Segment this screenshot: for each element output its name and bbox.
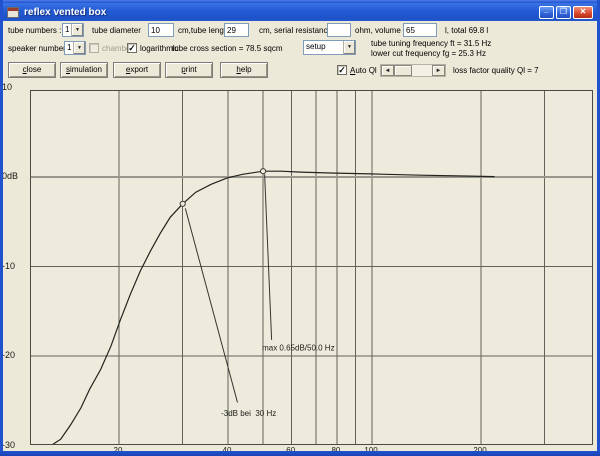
annotation-leader-line bbox=[185, 208, 237, 402]
annotation-leader-line bbox=[265, 174, 272, 340]
slider-thumb[interactable] bbox=[394, 65, 412, 76]
tube-length-label: cm,tube length bbox=[178, 26, 230, 35]
window-border-top bbox=[0, 0, 600, 3]
logarithmic-checkbox[interactable]: ✓ bbox=[127, 43, 137, 53]
serial-resistance-input[interactable] bbox=[327, 23, 351, 37]
setup-select[interactable]: setup ▼ bbox=[303, 40, 356, 55]
title-bar[interactable]: reflex vented box _ ❐ ✕ bbox=[3, 3, 597, 21]
data-point-marker bbox=[180, 201, 185, 206]
chambers-checkbox[interactable] bbox=[89, 43, 99, 53]
speaker-numbers-select[interactable]: 1 ▼ bbox=[64, 41, 86, 55]
cross-section-label: tube cross section = 78.5 sqcm bbox=[172, 44, 283, 53]
window-border-bottom bbox=[0, 451, 600, 456]
auto-ql-label: Auto Ql bbox=[350, 66, 377, 75]
export-button[interactable]: export bbox=[113, 62, 161, 78]
lower-cut-frequency-text: lower cut frequency fg = 25.3 Hz bbox=[371, 49, 486, 58]
plot-area-svg: max 0.65dB/50.0 Hz -3dB bei 30 Hz bbox=[31, 91, 592, 444]
auto-ql-checkbox[interactable]: ✓ bbox=[337, 65, 347, 75]
y-axis-labels: 100dB-10-20-30 bbox=[0, 0, 30, 456]
slider-left-arrow-icon[interactable]: ◄ bbox=[381, 65, 394, 76]
y-tick-label: 0dB bbox=[2, 171, 18, 181]
y-tick-label: -10 bbox=[2, 261, 15, 271]
tube-numbers-value: 1 bbox=[63, 24, 71, 36]
print-button[interactable]: print bbox=[165, 62, 213, 78]
app-window: reflex vented box _ ❐ ✕ tube numbers : 1… bbox=[0, 0, 600, 456]
volume-input[interactable] bbox=[403, 23, 437, 37]
data-point-marker bbox=[261, 169, 266, 174]
speaker-numbers-value: 1 bbox=[65, 42, 73, 54]
app-icon bbox=[7, 7, 19, 18]
setup-value: setup bbox=[304, 41, 343, 54]
tube-numbers-select[interactable]: 1 ▼ bbox=[62, 23, 84, 37]
volume-label: ohm, volume bbox=[355, 26, 401, 35]
close-icon: ✕ bbox=[574, 6, 592, 17]
loss-factor-label: loss factor quality Ql = 7 bbox=[453, 66, 539, 75]
help-button[interactable]: help bbox=[220, 62, 268, 78]
minimize-button[interactable]: _ bbox=[539, 6, 554, 19]
simulation-button[interactable]: simulation bbox=[60, 62, 108, 78]
tube-diameter-label: tube diameter bbox=[92, 26, 141, 35]
tube-length-input[interactable] bbox=[224, 23, 249, 37]
maximize-icon: ❐ bbox=[557, 6, 570, 17]
dropdown-arrow-icon[interactable]: ▼ bbox=[73, 42, 85, 54]
window-border-left bbox=[0, 0, 3, 456]
dropdown-arrow-icon[interactable]: ▼ bbox=[343, 41, 355, 54]
serial-resistance-label: cm, serial resistance bbox=[259, 26, 332, 35]
dropdown-arrow-icon[interactable]: ▼ bbox=[71, 24, 83, 36]
chart-annotation: -3dB bei 30 Hz bbox=[221, 409, 276, 418]
minimize-icon: _ bbox=[540, 4, 553, 15]
y-tick-label: 10 bbox=[2, 82, 12, 92]
check-icon: ✓ bbox=[128, 43, 136, 53]
tuning-frequency-text: tube tuning frequency ft = 31.5 Hz bbox=[371, 39, 491, 48]
tube-diameter-input[interactable] bbox=[148, 23, 174, 37]
total-volume-label: l, total 69.8 l bbox=[445, 26, 488, 35]
maximize-button[interactable]: ❐ bbox=[556, 6, 571, 19]
chart-annotation: max 0.65dB/50.0 Hz bbox=[262, 344, 334, 353]
window-title: reflex vented box bbox=[24, 7, 106, 18]
slider-right-arrow-icon[interactable]: ► bbox=[432, 65, 445, 76]
y-tick-label: -20 bbox=[2, 350, 15, 360]
chart-plot-area: max 0.65dB/50.0 Hz -3dB bei 30 Hz bbox=[30, 90, 593, 445]
close-button[interactable]: ✕ bbox=[573, 6, 593, 19]
check-icon: ✓ bbox=[338, 65, 346, 75]
